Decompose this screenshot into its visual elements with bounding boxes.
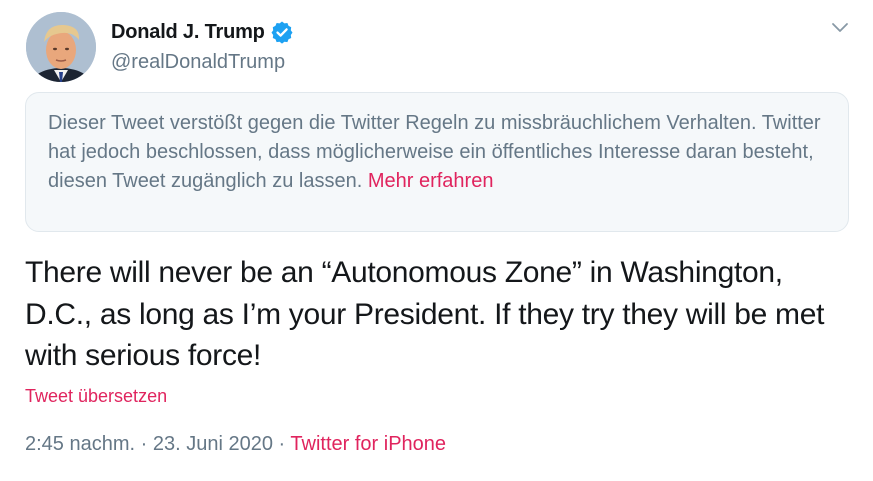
tweet-date[interactable]: 23. Juni 2020 (153, 433, 273, 455)
avatar[interactable] (26, 12, 96, 82)
avatar-image (26, 12, 96, 82)
tweet-time[interactable]: 2:45 nachm. (25, 433, 135, 455)
chevron-down-icon[interactable] (830, 20, 850, 36)
user-handle[interactable]: @realDonaldTrump (111, 51, 285, 74)
policy-notice: Dieser Tweet verstößt gegen die Twitter … (25, 92, 849, 232)
tweet-source-link[interactable]: Twitter for iPhone (290, 433, 446, 455)
tweet-text: There will never be an “Autonomous Zone”… (25, 256, 825, 372)
display-name[interactable]: Donald J. Trump (111, 21, 265, 44)
meta-separator: · (140, 433, 148, 455)
author-name-row: Donald J. Trump (111, 20, 294, 44)
translate-tweet-link[interactable]: Tweet übersetzen (25, 386, 167, 407)
verified-badge-icon (270, 20, 294, 44)
meta-separator: · (278, 433, 286, 455)
tweet-meta: 2:45 nachm. · 23. Juni 2020 · Twitter fo… (25, 433, 446, 456)
learn-more-link[interactable]: Mehr erfahren (368, 170, 494, 192)
